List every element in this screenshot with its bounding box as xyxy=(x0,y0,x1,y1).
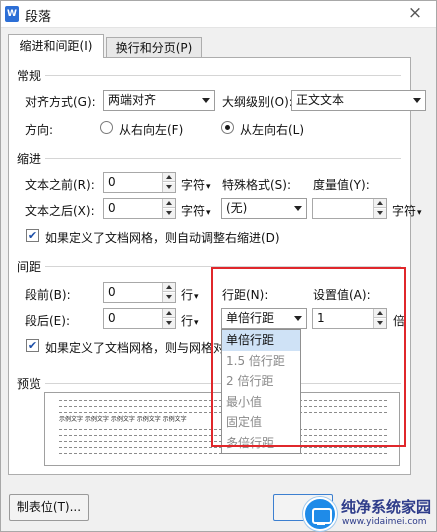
indent-after-stepper[interactable]: 0 xyxy=(103,198,176,219)
section-divider xyxy=(45,158,401,159)
spin-down-icon[interactable] xyxy=(163,293,175,302)
measure-unit[interactable]: 字符 xyxy=(392,202,422,219)
outline-level-select[interactable]: 正文文本 xyxy=(291,90,426,111)
special-format-select[interactable]: (无) xyxy=(221,198,307,219)
space-before-value: 0 xyxy=(108,285,116,299)
watermark-url: www.yidaimei.com xyxy=(342,517,427,527)
preview-sample-text: 示例文字 示例文字 示例文字 示例文字 示例文字 xyxy=(59,416,187,423)
indent-before-label: 文本之前(R): xyxy=(25,178,95,192)
alignment-label: 对齐方式(G): xyxy=(25,95,96,109)
space-after-value: 0 xyxy=(108,311,116,325)
indent-after-value: 0 xyxy=(108,201,116,215)
space-before-unit[interactable]: 行 xyxy=(181,286,199,303)
spin-down-icon[interactable] xyxy=(163,209,175,218)
watermark-logo-icon xyxy=(303,497,337,531)
spin-down-icon[interactable] xyxy=(163,183,175,192)
special-format-label: 特殊格式(S): xyxy=(222,178,292,192)
indent-before-value: 0 xyxy=(108,175,116,189)
tab-indent-spacing[interactable]: 缩进和间距(I) xyxy=(8,34,104,58)
spin-up-icon[interactable] xyxy=(163,309,175,318)
spin-up-icon[interactable] xyxy=(163,173,175,182)
spin-down-icon[interactable] xyxy=(163,319,175,328)
spacing-grid-checkbox[interactable]: ✔ xyxy=(26,339,39,352)
paragraph-dialog: W 段落 × 缩进和间距(I) 换行和分页(P) 常规 对齐方式(G): 两端对… xyxy=(0,0,437,532)
ltr-radio[interactable] xyxy=(221,121,234,134)
watermark-title: 纯净系统家园 xyxy=(341,498,432,516)
chevron-down-icon xyxy=(294,206,302,211)
alignment-select[interactable]: 两端对齐 xyxy=(103,90,215,111)
rtl-radio[interactable] xyxy=(100,121,113,134)
space-after-stepper[interactable]: 0 xyxy=(103,308,176,329)
close-icon[interactable]: × xyxy=(400,3,430,25)
annotation-highlight-box xyxy=(211,267,406,447)
spacing-grid-label: 如果定义了文档网格，则与网格对 xyxy=(45,341,226,355)
section-spacing-heading: 间距 xyxy=(17,258,46,275)
indent-after-unit[interactable]: 字符 xyxy=(181,202,211,219)
chevron-down-icon xyxy=(413,98,421,103)
ltr-label: 从左向右(L) xyxy=(240,123,305,137)
tab-stops-button[interactable]: 制表位(T)... xyxy=(9,494,89,521)
special-format-value: (无) xyxy=(226,201,248,215)
spin-up-icon[interactable] xyxy=(163,199,175,208)
spin-up-icon[interactable] xyxy=(374,199,386,208)
section-general-heading: 常规 xyxy=(17,67,46,84)
spin-up-icon[interactable] xyxy=(163,283,175,292)
outline-level-label: 大纲级别(O): xyxy=(222,95,293,109)
spin-down-icon[interactable] xyxy=(374,209,386,218)
measure-stepper[interactable] xyxy=(312,198,387,219)
rtl-label: 从右向左(F) xyxy=(119,123,184,137)
section-preview-heading: 预览 xyxy=(17,375,46,392)
space-before-stepper[interactable]: 0 xyxy=(103,282,176,303)
indent-after-label: 文本之后(X): xyxy=(25,204,95,218)
space-before-label: 段前(B): xyxy=(25,288,71,302)
wps-writer-icon: W xyxy=(5,6,19,22)
section-indent-heading: 缩进 xyxy=(17,150,46,167)
indent-grid-checkbox[interactable]: ✔ xyxy=(26,229,39,242)
measure-label: 度量值(Y): xyxy=(313,178,370,192)
indent-before-stepper[interactable]: 0 xyxy=(103,172,176,193)
outline-level-value: 正文文本 xyxy=(296,93,345,107)
dialog-title: 段落 xyxy=(25,10,52,25)
tab-line-page-breaks[interactable]: 换行和分页(P) xyxy=(106,37,202,59)
space-after-label: 段后(E): xyxy=(25,314,70,328)
alignment-value: 两端对齐 xyxy=(108,93,157,107)
indent-before-unit[interactable]: 字符 xyxy=(181,176,211,193)
title-bar: W 段落 × xyxy=(1,1,436,28)
direction-label: 方向: xyxy=(25,123,54,137)
section-divider xyxy=(45,75,401,76)
chevron-down-icon xyxy=(202,98,210,103)
space-after-unit[interactable]: 行 xyxy=(181,312,199,329)
indent-grid-label: 如果定义了文档网格，则自动调整右缩进(D) xyxy=(45,231,280,245)
